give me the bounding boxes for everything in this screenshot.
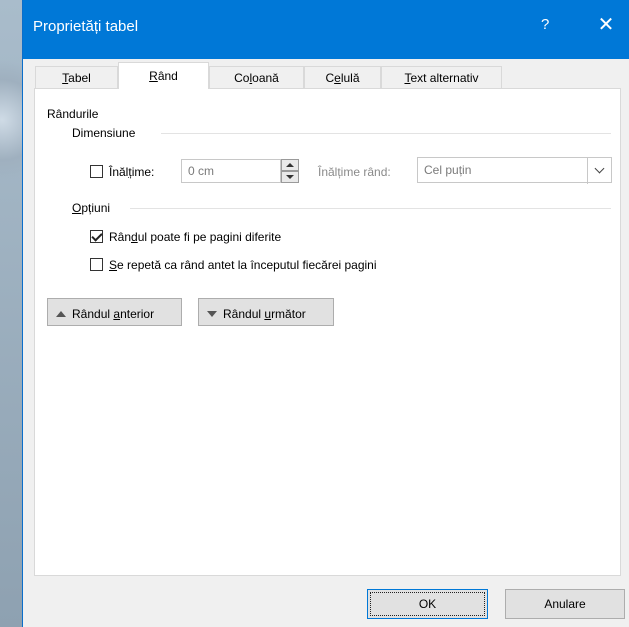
options-group-title: Opțiuni bbox=[72, 201, 111, 215]
previous-row-button[interactable]: Rândul anterior bbox=[47, 298, 182, 326]
decrement-button[interactable] bbox=[281, 171, 299, 183]
dropdown-button[interactable] bbox=[587, 158, 611, 184]
allow-break-label: Rândul poate fi pe pagini diferite bbox=[109, 230, 282, 244]
next-row-button[interactable]: Rândul următor bbox=[198, 298, 334, 326]
tab-cell[interactable]: Celulă bbox=[304, 66, 381, 88]
repeat-header-checkbox[interactable] bbox=[90, 258, 103, 271]
chevron-down-icon bbox=[594, 163, 605, 174]
title-bar: Proprietăți tabel ? ✕ bbox=[23, 0, 629, 59]
rows-section-title: Rândurile bbox=[47, 107, 99, 121]
dimension-divider bbox=[161, 133, 611, 134]
ok-button[interactable]: OK bbox=[367, 589, 488, 619]
help-button[interactable]: ? bbox=[541, 16, 549, 33]
table-properties-dialog: Proprietăți tabel ? ✕ Tabel Rând Coloană… bbox=[22, 0, 629, 627]
repeat-header-label: Se repetă ca rând antet la începutul fie… bbox=[109, 258, 377, 272]
checkmark-icon bbox=[91, 230, 103, 242]
height-label: Înălțime: bbox=[109, 165, 155, 179]
row-height-label: Înălțime rând: bbox=[318, 165, 391, 179]
next-row-label: Rândul următor bbox=[223, 307, 306, 321]
tab-table[interactable]: Tabel bbox=[35, 66, 118, 88]
row-height-select-value: Cel puțin bbox=[424, 163, 472, 177]
height-input[interactable]: 0 cm bbox=[181, 159, 281, 183]
arrow-down-icon bbox=[286, 175, 294, 179]
height-checkbox[interactable] bbox=[90, 165, 103, 178]
allow-break-checkbox[interactable] bbox=[90, 230, 103, 243]
cancel-label: Anulare bbox=[544, 597, 586, 611]
dimension-group-title: Dimensiune bbox=[72, 126, 136, 140]
options-divider bbox=[130, 208, 611, 209]
arrow-up-icon bbox=[286, 163, 294, 167]
close-icon[interactable]: ✕ bbox=[591, 10, 621, 40]
cancel-button[interactable]: Anulare bbox=[505, 589, 625, 619]
increment-button[interactable] bbox=[281, 159, 299, 171]
row-tab-panel: Rândurile Dimensiune Înălțime: 0 cm Înăl… bbox=[34, 88, 621, 576]
dialog-title: Proprietăți tabel bbox=[33, 18, 139, 35]
triangle-up-icon bbox=[56, 311, 66, 317]
triangle-down-icon bbox=[207, 311, 217, 317]
tab-alt-text[interactable]: Text alternativ bbox=[381, 66, 502, 88]
height-stepper[interactable] bbox=[281, 159, 299, 183]
tab-column[interactable]: Coloană bbox=[209, 66, 304, 88]
tab-row[interactable]: Rând bbox=[118, 62, 209, 89]
row-height-select[interactable]: Cel puțin bbox=[417, 157, 612, 184]
focus-ring bbox=[370, 592, 485, 616]
previous-row-label: Rândul anterior bbox=[72, 307, 155, 321]
